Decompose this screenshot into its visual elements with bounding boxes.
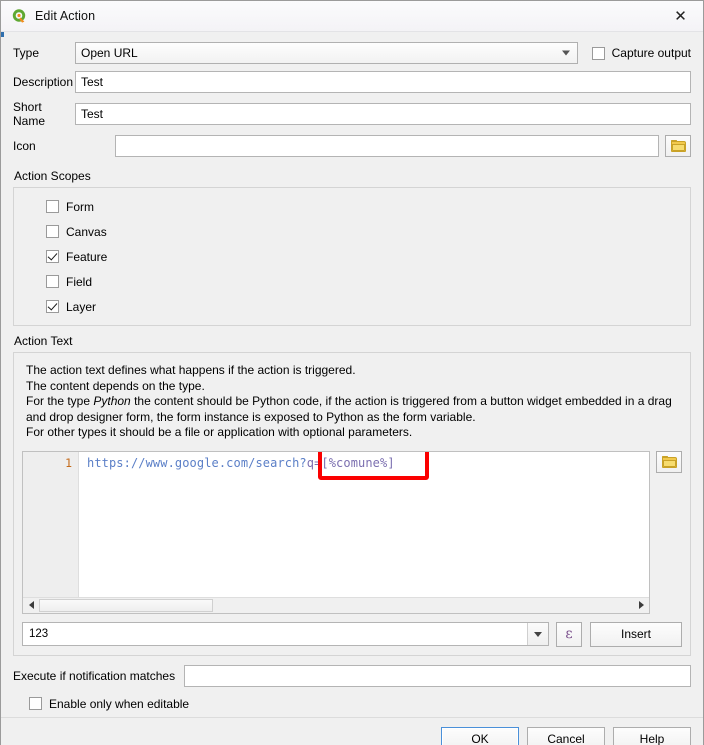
help-python-word: Python (93, 394, 131, 408)
scope-label-field: Field (66, 274, 93, 289)
scope-label-form: Form (66, 199, 94, 214)
code-text-area[interactable]: https://www.google.com/search?q=[%comune… (79, 451, 649, 597)
scroll-left-icon[interactable] (23, 597, 39, 613)
action-text-frame: The action text defines what happens if … (13, 352, 691, 656)
help-line-2: The content depends on the type. (26, 378, 205, 393)
scrollbar-track[interactable] (39, 597, 633, 613)
title-bar: Edit Action ✕ (1, 1, 703, 32)
description-input[interactable]: Test (75, 71, 691, 93)
code-editor[interactable]: 1 https://www.google.com/search?q=[%comu… (22, 450, 650, 614)
insert-button[interactable]: Insert (590, 621, 682, 647)
chevron-down-icon[interactable] (527, 623, 548, 645)
code-line-1: https://www.google.com/search?q=[%comune… (87, 456, 649, 470)
short-name-input[interactable]: Test (75, 103, 691, 125)
help-line-3: For the type Python the content should b… (26, 394, 678, 425)
qgis-logo-icon (11, 8, 27, 24)
help-button[interactable]: Help (613, 727, 691, 745)
action-text-editor-wrap: 1 https://www.google.com/search?q=[%comu… (22, 450, 682, 614)
editor-horizontal-scrollbar[interactable] (23, 596, 649, 613)
expression-row: 123 ε Insert (22, 621, 682, 647)
capture-output-label: Capture output (611, 46, 691, 60)
help-line-1: The action text defines what happens if … (26, 363, 356, 377)
folder-icon (661, 455, 677, 468)
code-segment-query: q=[%comune%] (306, 455, 395, 470)
scope-checkbox-field[interactable] (46, 275, 59, 288)
scope-item-feature[interactable]: Feature (24, 244, 680, 269)
code-editor-main: 1 https://www.google.com/search?q=[%comu… (23, 451, 649, 597)
field-selector-value: 123 (29, 628, 49, 640)
description-label: Description (13, 75, 74, 89)
scope-checkbox-feature[interactable] (46, 250, 59, 263)
notification-row: Execute if notification matches (13, 664, 691, 687)
scope-item-canvas[interactable]: Canvas (24, 219, 680, 244)
notification-label: Execute if notification matches (13, 668, 176, 683)
chevron-down-icon (561, 50, 570, 56)
scrollbar-thumb[interactable] (39, 598, 213, 612)
action-scopes-title: Action Scopes (14, 169, 91, 183)
code-segment-url: https://www.google.com/search? (87, 455, 307, 470)
short-name-row: Short Name Test (13, 100, 691, 128)
capture-output-group[interactable]: Capture output (591, 46, 691, 60)
short-name-label: Short Name (13, 100, 46, 128)
line-number-gutter: 1 (23, 451, 79, 597)
action-scopes-frame: Form Canvas Feature Field Layer (13, 187, 691, 326)
type-row: Type Open URL Capture output (13, 42, 691, 64)
action-text-browse-button[interactable] (656, 450, 682, 473)
action-text-help: The action text defines what happens if … (22, 359, 682, 447)
line-number: 1 (65, 455, 72, 470)
type-combo[interactable]: Open URL (75, 42, 578, 64)
icon-row: Icon (13, 135, 691, 157)
scope-checkbox-form[interactable] (46, 200, 59, 213)
notification-input[interactable] (184, 664, 691, 687)
dialog-body: Type Open URL Capture output Description… (1, 32, 703, 711)
action-text-title: Action Text (14, 334, 73, 348)
help-python-prefix: For the type (26, 394, 94, 408)
scope-checkbox-layer[interactable] (46, 300, 59, 313)
help-line-4: For other types it should be a file or a… (26, 425, 413, 439)
epsilon-icon: ε (565, 626, 573, 642)
icon-path-input[interactable] (115, 135, 659, 157)
type-combo-value: Open URL (81, 46, 138, 60)
focus-accent-strip (1, 32, 4, 37)
edit-action-dialog: Edit Action ✕ Type Open URL Capture outp… (0, 0, 704, 745)
enable-editable-checkbox[interactable] (29, 697, 42, 710)
scope-label-canvas: Canvas (66, 224, 107, 239)
folder-icon (670, 140, 686, 152)
description-row: Description Test (13, 71, 691, 93)
scroll-right-icon[interactable] (633, 597, 649, 613)
scope-item-field[interactable]: Field (24, 269, 680, 294)
scope-label-layer: Layer (66, 299, 97, 314)
scope-label-feature: Feature (66, 249, 108, 264)
ok-button[interactable]: OK (441, 727, 519, 745)
type-label: Type (13, 46, 40, 60)
scope-item-layer[interactable]: Layer (24, 294, 680, 319)
scope-item-form[interactable]: Form (24, 194, 680, 219)
capture-output-checkbox[interactable] (591, 46, 605, 60)
enable-editable-row[interactable]: Enable only when editable (13, 697, 691, 711)
scope-checkbox-canvas[interactable] (46, 225, 59, 238)
enable-editable-label: Enable only when editable (49, 696, 190, 711)
cancel-button[interactable]: Cancel (527, 727, 605, 745)
icon-label: Icon (13, 139, 36, 153)
field-selector-combo[interactable]: 123 (22, 622, 549, 646)
expression-builder-button[interactable]: ε (556, 621, 582, 647)
window-title: Edit Action (35, 9, 96, 23)
icon-browse-button[interactable] (665, 135, 691, 157)
dialog-footer: OK Cancel Help (1, 716, 703, 745)
close-icon[interactable]: ✕ (658, 1, 703, 31)
